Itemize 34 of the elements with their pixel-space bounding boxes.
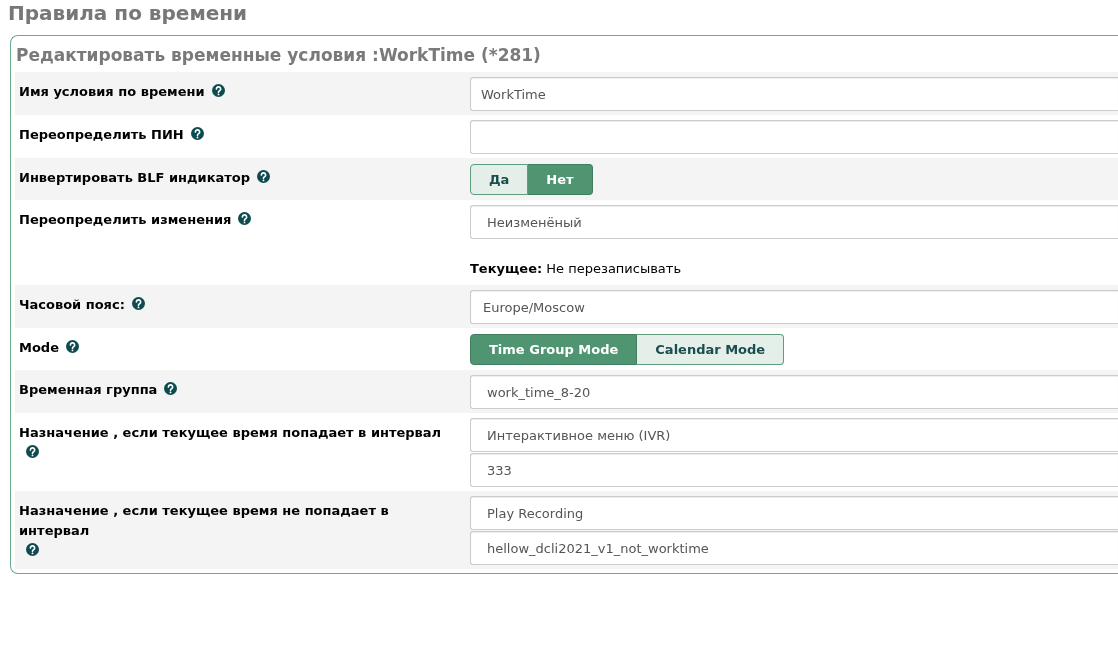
field-label: Часовой пояс: <box>19 296 125 314</box>
dropdown-field[interactable]: Play Recording <box>470 496 1118 530</box>
help-icon[interactable] <box>26 543 39 556</box>
help-icon[interactable] <box>257 170 271 183</box>
field-label: Назначение , если текущее время не попадает в интервал <box>19 502 390 540</box>
current-value-text: Текущее: Не перезаписывать <box>470 260 683 278</box>
dropdown-field[interactable]: hellow_dcli2021_v1_not_worktime <box>470 531 1118 565</box>
field-label: Переопределить изменения <box>19 211 232 229</box>
dropdown-field[interactable]: Неизменёный <box>470 205 1118 239</box>
dropdown-field[interactable]: work_time_8-20 <box>470 375 1118 409</box>
help-icon[interactable] <box>164 382 178 395</box>
toggle-button[interactable]: Нет <box>528 164 593 195</box>
field-label: Mode <box>19 339 59 357</box>
field-label: Имя условия по времени <box>19 83 205 101</box>
text-field[interactable]: WorkTime <box>470 77 1118 111</box>
dropdown-field[interactable]: 333 <box>470 453 1118 487</box>
text-field[interactable] <box>470 120 1118 154</box>
field-label: Временная группа <box>19 381 158 399</box>
help-icon[interactable] <box>211 84 225 97</box>
dropdown-field[interactable]: Europe/Moscow <box>470 290 1118 324</box>
toggle-button[interactable]: Calendar Mode <box>637 334 785 365</box>
field-label: Назначение , если текущее время попадает в интервал <box>19 424 442 442</box>
help-icon[interactable] <box>190 127 204 140</box>
help-icon[interactable] <box>26 445 39 458</box>
form-title: Редактировать временные условия :WorkTime (*281) <box>16 44 542 67</box>
toggle-button[interactable]: Time Group Mode <box>470 334 638 365</box>
field-label: Инвертировать BLF индикатор <box>19 169 251 187</box>
help-icon[interactable] <box>238 212 252 225</box>
field-label: Переопределить ПИН <box>19 126 184 144</box>
help-icon[interactable] <box>131 297 145 310</box>
dropdown-field[interactable]: Интерактивное меню (IVR) <box>470 418 1118 452</box>
toggle-button[interactable]: Да <box>470 164 529 195</box>
page-title: Правила по времени <box>7 0 249 27</box>
help-icon[interactable] <box>66 340 79 353</box>
